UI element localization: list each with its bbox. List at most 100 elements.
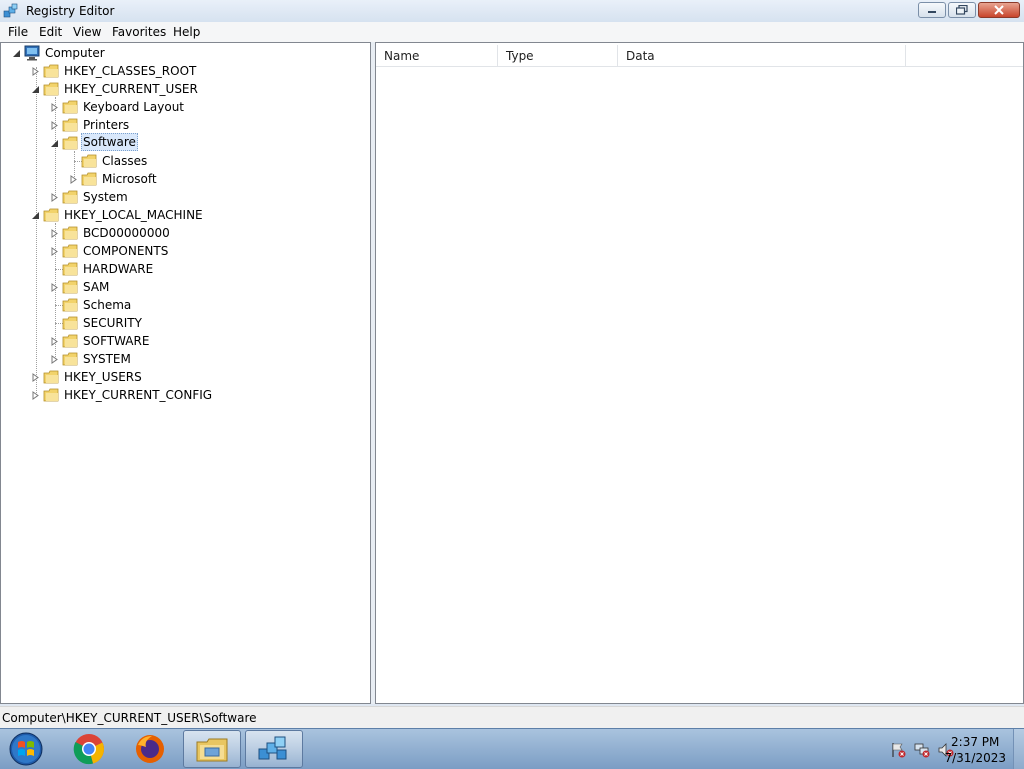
tree-node-hkey-classes-root[interactable]: HKEY_CLASSES_ROOT	[1, 62, 361, 80]
registry-tree-pane[interactable]: Computer HKEY_CLASSES_ROOT HKEY_CURRENT_…	[0, 42, 371, 704]
collapse-arrow-icon[interactable]	[50, 229, 59, 238]
collapse-arrow-icon[interactable]	[31, 391, 40, 400]
minimize-icon	[928, 11, 936, 13]
chrome-icon	[73, 734, 105, 765]
computer-icon	[24, 45, 40, 61]
folder-icon	[62, 334, 78, 348]
tree-node-hkey-current-user[interactable]: HKEY_CURRENT_USER	[1, 80, 361, 98]
folder-icon	[62, 262, 78, 276]
tree-label: Schema	[83, 298, 132, 312]
tree-label: Printers	[83, 118, 130, 132]
taskbar: 2:37 PM 7/31/2023	[0, 728, 1024, 769]
tree-node-microsoft[interactable]: Microsoft	[1, 170, 361, 188]
tree-node-hkey-current-config[interactable]: HKEY_CURRENT_CONFIG	[1, 386, 361, 404]
folder-icon	[62, 352, 78, 366]
action-center-flag-icon[interactable]	[890, 742, 906, 758]
minimize-button[interactable]	[918, 2, 946, 18]
tree-node-software-hklm[interactable]: SOFTWARE	[1, 332, 361, 350]
folder-icon	[43, 388, 59, 402]
tree-label: SAM	[83, 280, 110, 294]
tree-node-classes[interactable]: Classes	[1, 152, 361, 170]
expand-arrow-icon[interactable]	[12, 49, 21, 58]
taskbar-file-explorer[interactable]	[183, 730, 241, 768]
tree-label: SYSTEM	[83, 352, 131, 366]
collapse-arrow-icon[interactable]	[50, 247, 59, 256]
tree-node-components[interactable]: COMPONENTS	[1, 242, 361, 260]
menu-file[interactable]: File	[6, 24, 30, 40]
tree-label: HARDWARE	[83, 262, 154, 276]
folder-icon	[62, 190, 78, 204]
collapse-arrow-icon[interactable]	[50, 121, 59, 130]
expand-arrow-icon[interactable]	[31, 211, 40, 220]
tree-node-keyboard-layout[interactable]: Keyboard Layout	[1, 98, 361, 116]
collapse-arrow-icon[interactable]	[50, 103, 59, 112]
registry-values-pane[interactable]: Name Type Data	[375, 42, 1024, 704]
expand-arrow-icon[interactable]	[50, 139, 59, 148]
collapse-arrow-icon[interactable]	[50, 337, 59, 346]
tree-label: HKEY_USERS	[64, 370, 142, 384]
menu-view[interactable]: View	[71, 24, 103, 40]
folder-icon	[62, 226, 78, 240]
regedit-icon	[3, 3, 18, 18]
tree-node-security[interactable]: SECURITY	[1, 314, 361, 332]
tree-label: BCD00000000	[83, 226, 170, 240]
folder-icon	[43, 64, 59, 78]
tree-node-sam[interactable]: SAM	[1, 278, 361, 296]
folder-icon	[62, 136, 78, 150]
window-titlebar: Registry Editor	[0, 0, 1024, 23]
clock-date: 7/31/2023	[944, 751, 1006, 765]
tree-node-schema[interactable]: Schema	[1, 296, 361, 314]
column-header-data[interactable]: Data	[618, 45, 906, 67]
network-icon[interactable]	[914, 742, 930, 758]
collapse-arrow-icon[interactable]	[50, 193, 59, 202]
regedit-icon	[258, 736, 287, 760]
tree-node-system-hklm[interactable]: SYSTEM	[1, 350, 361, 368]
folder-icon	[43, 370, 59, 384]
tree-label: Keyboard Layout	[83, 100, 185, 114]
menu-edit[interactable]: Edit	[37, 24, 64, 40]
column-header-name[interactable]: Name	[376, 45, 498, 67]
collapse-arrow-icon[interactable]	[31, 67, 40, 76]
close-button[interactable]	[978, 2, 1020, 18]
tree-node-system[interactable]: System	[1, 188, 361, 206]
status-bar: Computer\HKEY_CURRENT_USER\Software	[0, 706, 1024, 729]
tree-label: Computer	[45, 46, 105, 60]
folder-icon	[81, 154, 97, 168]
tree-label: Microsoft	[102, 172, 157, 186]
start-button[interactable]	[6, 731, 46, 767]
tree-label: HKEY_LOCAL_MACHINE	[64, 208, 203, 222]
taskbar-regedit[interactable]	[245, 730, 303, 768]
expand-arrow-icon[interactable]	[31, 85, 40, 94]
file-explorer-icon	[196, 738, 228, 762]
tree-node-hkey-local-machine[interactable]: HKEY_LOCAL_MACHINE	[1, 206, 361, 224]
firefox-icon	[136, 735, 164, 763]
collapse-arrow-icon[interactable]	[50, 355, 59, 364]
folder-icon	[62, 316, 78, 330]
tree-node-computer[interactable]: Computer	[1, 44, 361, 62]
tree-label: HKEY_CURRENT_USER	[64, 82, 198, 96]
collapse-arrow-icon[interactable]	[31, 373, 40, 382]
clock-time: 2:37 PM	[951, 735, 1000, 749]
system-tray: 2:37 PM 7/31/2023	[844, 729, 1024, 769]
taskbar-firefox[interactable]	[121, 730, 179, 768]
column-header-filler	[906, 45, 1023, 67]
menu-help[interactable]: Help	[171, 24, 202, 40]
tree-label: COMPONENTS	[83, 244, 169, 258]
tree-node-software[interactable]: Software	[1, 133, 361, 152]
tree-node-bcd00000000[interactable]: BCD00000000	[1, 224, 361, 242]
folder-icon	[62, 280, 78, 294]
folder-icon	[62, 100, 78, 114]
tree-node-printers[interactable]: Printers	[1, 116, 361, 134]
folder-icon	[62, 118, 78, 132]
taskbar-chrome[interactable]	[60, 730, 118, 768]
menu-favorites[interactable]: Favorites	[110, 24, 168, 40]
collapse-arrow-icon[interactable]	[50, 283, 59, 292]
column-header-type[interactable]: Type	[498, 45, 618, 67]
show-desktop-button[interactable]	[1013, 729, 1024, 769]
tree-node-hardware[interactable]: HARDWARE	[1, 260, 361, 278]
tree-node-hkey-users[interactable]: HKEY_USERS	[1, 368, 361, 386]
restore-button[interactable]	[948, 2, 976, 18]
folder-icon	[43, 82, 59, 96]
collapse-arrow-icon[interactable]	[69, 175, 78, 184]
taskbar-clock[interactable]: 2:37 PM 7/31/2023	[944, 734, 1006, 766]
